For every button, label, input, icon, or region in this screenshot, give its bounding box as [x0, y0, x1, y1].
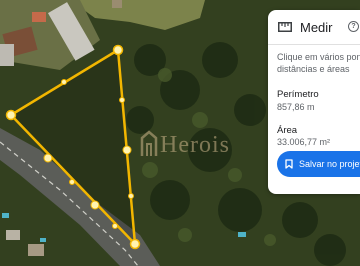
- midpoint-handle[interactable]: [61, 79, 67, 85]
- house-roof: [28, 244, 44, 256]
- midpoint-handle[interactable]: [112, 223, 118, 229]
- watermark: Herois: [140, 126, 270, 166]
- vertex-handle[interactable]: [5, 109, 17, 121]
- midpoint-handle[interactable]: [122, 145, 132, 155]
- pool: [40, 238, 46, 242]
- ruler-icon: [278, 22, 292, 32]
- panel-title: Medir: [300, 20, 333, 35]
- watermark-text: Herois: [160, 132, 230, 158]
- vertex-handle[interactable]: [112, 44, 124, 56]
- shed-roof: [0, 44, 14, 66]
- area-value: 33.006,77 m²: [277, 137, 331, 147]
- save-to-project-button[interactable]: Salvar no projeto: [277, 151, 360, 177]
- pool: [2, 213, 9, 218]
- vertex-handle[interactable]: [129, 238, 141, 250]
- midpoint-handle[interactable]: [128, 193, 134, 199]
- area-label: Área: [277, 125, 298, 136]
- hut-roof: [112, 0, 122, 8]
- divider: [268, 44, 360, 45]
- midpoint-handle[interactable]: [119, 97, 125, 103]
- watermark-logo: [140, 130, 158, 156]
- bookmark-icon: [285, 159, 293, 169]
- house-roof: [6, 230, 20, 240]
- small-building: [32, 12, 46, 22]
- midpoint-handle[interactable]: [43, 153, 53, 163]
- pool: [238, 232, 246, 237]
- instruction-line: distâncias e áreas: [277, 64, 350, 74]
- measure-panel: Medir ? Clique em vários pontos distânci…: [268, 10, 360, 194]
- instruction-line: Clique em vários pontos: [277, 52, 360, 62]
- perimeter-label: Perímetro: [277, 89, 319, 100]
- instruction-text: Clique em vários pontos distâncias e áre…: [277, 51, 360, 75]
- midpoint-handle[interactable]: [90, 200, 100, 210]
- save-button-label: Salvar no projeto: [299, 159, 360, 169]
- help-icon[interactable]: ?: [348, 21, 359, 32]
- midpoint-handle[interactable]: [69, 179, 75, 185]
- perimeter-value: 857,86 m: [277, 102, 315, 112]
- panel-header: Medir ?: [278, 19, 360, 39]
